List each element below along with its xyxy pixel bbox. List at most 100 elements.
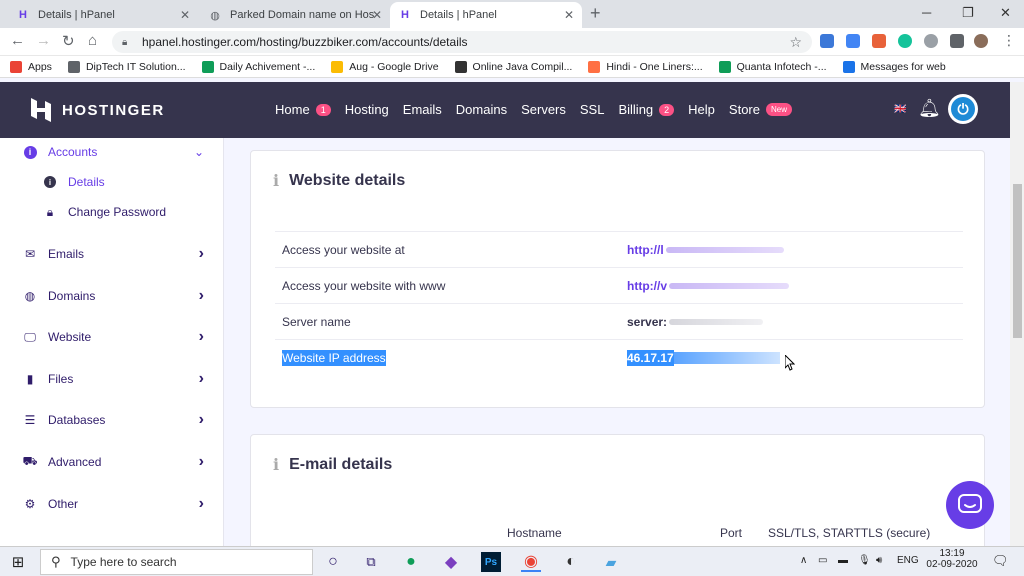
website-details-title: Website details — [289, 171, 406, 189]
home-icon[interactable]: ⌂ — [88, 32, 97, 49]
minimize-icon[interactable]: ─ — [922, 5, 931, 20]
bookmark-item[interactable]: Quanta Infotech -... — [718, 60, 827, 73]
windows-start-icon[interactable]: ⊞ — [8, 552, 28, 572]
bookmark-item[interactable]: Online Java Compil... — [454, 60, 572, 73]
bookmark-item[interactable]: Daily Achivement -... — [201, 60, 315, 73]
row-value[interactable]: http://v — [627, 279, 789, 293]
sidebar-item-website[interactable]: 🖵 Website › — [22, 328, 212, 345]
main-nav: Home 1 Hosting Emails Domains Servers SSL Billi… — [275, 102, 806, 117]
nav-help[interactable]: Help — [688, 102, 715, 117]
cortana-icon[interactable]: ○ — [323, 552, 343, 572]
bookmark-item[interactable]: Messages for web — [842, 60, 946, 73]
sidebar-item-other[interactable]: ⚙ Other › — [22, 494, 212, 512]
clock[interactable]: 13:19 02-09-2020 — [926, 548, 978, 570]
extension-icon[interactable] — [820, 34, 834, 48]
bookmark-item[interactable]: Apps — [10, 60, 52, 73]
photoshop-icon[interactable]: Ps — [481, 552, 501, 572]
row-value[interactable]: http://l — [627, 243, 784, 257]
chat-button[interactable] — [946, 481, 994, 529]
map-pin-app-icon[interactable]: ● — [401, 552, 421, 572]
translate-icon[interactable] — [846, 34, 860, 48]
notifications-icon[interactable]: 🗨︎ — [992, 553, 1009, 569]
hostinger-favicon-icon: H — [19, 9, 27, 21]
chrome-icon[interactable]: ◉ — [521, 552, 541, 572]
close-window-icon[interactable]: ✕ — [1000, 5, 1011, 21]
lock-icon: 🔒︎ — [46, 204, 54, 219]
obs-icon[interactable]: ◐ — [561, 552, 581, 572]
sidebar-item-accounts[interactable]: i Accounts ⌄ — [22, 145, 212, 159]
nav-home[interactable]: Home 1 — [275, 102, 331, 117]
uk-flag-icon[interactable]: 🇬🇧 — [894, 104, 906, 115]
browser-tab[interactable]: H Details | hPanel ✕ — [8, 2, 198, 28]
sidebar-item-label: Website — [48, 330, 92, 345]
microphone-icon[interactable]: 🎙︎ — [858, 555, 871, 566]
nav-ssl[interactable]: SSL — [580, 102, 605, 117]
sidebar-item-files[interactable]: ▮ Files › — [22, 370, 212, 387]
reload-icon[interactable]: ↻ — [62, 32, 75, 50]
nav-domains[interactable]: Domains — [456, 102, 507, 117]
sidebar-item-emails[interactable]: ✉ Emails › — [22, 245, 212, 262]
nav-servers[interactable]: Servers — [521, 102, 566, 117]
sidebar-subitem-change-password[interactable]: 🔒︎ Change Password — [42, 204, 232, 220]
hostinger-logo[interactable]: HOSTINGER — [30, 98, 165, 122]
sidebar-item-advanced[interactable]: ⛟ Advanced › — [22, 453, 212, 470]
address-bar[interactable]: 🔒︎ hpanel.hostinger.com/hosting/buzzbike… — [112, 31, 812, 53]
mouse-cursor-icon — [784, 353, 796, 371]
restore-icon[interactable]: ❐ — [962, 5, 974, 21]
globe-favicon-icon: ◍ — [210, 9, 220, 22]
nav-label: Help — [688, 102, 715, 117]
nav-label: Store — [728, 102, 760, 117]
task-view-icon[interactable]: ⧉ — [361, 552, 381, 572]
browser-tab[interactable]: ◍ Parked Domain name on Hosting ✕ — [200, 2, 390, 28]
nav-hosting[interactable]: Hosting — [345, 102, 389, 117]
url-text: hpanel.hostinger.com/hosting/buzzbiker.c… — [142, 35, 468, 49]
sidebar-item-label: Change Password — [68, 205, 167, 219]
chevron-down-icon: ⌄ — [193, 145, 204, 159]
battery-icon[interactable]: ▬ — [838, 555, 848, 566]
bookmark-label: Hindi - One Liners:... — [606, 60, 703, 73]
database-icon: ☰ — [24, 413, 36, 428]
close-tab-icon[interactable]: ✕ — [180, 8, 190, 22]
bookmark-label: Messages for web — [860, 60, 946, 73]
sidebar-item-domains[interactable]: ◍ Domains › — [22, 287, 212, 304]
app-icon[interactable]: ▰ — [601, 552, 621, 572]
sidebar-subitem-details[interactable]: i Details — [42, 175, 232, 189]
bell-icon[interactable]: 🔔︎ — [918, 98, 941, 119]
nav-store[interactable]: Store New — [728, 102, 793, 117]
nav-billing[interactable]: Billing 2 — [618, 102, 675, 117]
windows-taskbar: ⊞ ⚲ Type here to search ○ ⧉ ● ◆ Ps ◉ ◐ ▰… — [0, 546, 1024, 576]
new-tab-icon[interactable]: + — [590, 3, 601, 24]
visual-studio-icon[interactable]: ◆ — [441, 552, 461, 572]
browser-tab-active[interactable]: H Details | hPanel ✕ — [390, 2, 582, 28]
bookmark-item[interactable]: Aug - Google Drive — [331, 60, 439, 73]
email-details-card: i E-mail details Hostname Port SSL/TLS, … — [250, 434, 985, 564]
forward-arrow-icon[interactable]: → — [36, 32, 51, 49]
star-icon[interactable]: ☆ — [789, 34, 802, 51]
chevron-right-icon: › — [198, 494, 204, 512]
scrollbar-thumb[interactable] — [1013, 184, 1022, 338]
tray-chevron-icon[interactable]: ∧ — [800, 555, 807, 566]
nav-label: Emails — [402, 102, 442, 117]
close-tab-icon[interactable]: ✕ — [372, 8, 382, 22]
puzzle-icon[interactable] — [950, 34, 964, 48]
volume-icon[interactable]: 🔊︎ — [876, 555, 882, 566]
nav-emails[interactable]: Emails — [403, 102, 442, 117]
extension-icon[interactable] — [924, 34, 938, 48]
bookmark-item[interactable]: Hindi - One Liners:... — [588, 60, 703, 73]
profile-avatar-icon[interactable] — [974, 34, 988, 48]
bookmark-item[interactable]: DipTech IT Solution... — [67, 60, 186, 73]
grammarly-icon[interactable] — [898, 34, 912, 48]
extension-icon[interactable] — [872, 34, 886, 48]
sidebar-item-databases[interactable]: ☰ Databases › — [22, 411, 212, 428]
close-tab-icon[interactable]: ✕ — [564, 8, 574, 22]
server-name-value: server: — [627, 314, 668, 329]
more-menu-icon[interactable]: ⋮ — [1002, 32, 1016, 49]
info-icon: i — [273, 455, 280, 474]
back-arrow-icon[interactable]: ← — [10, 32, 25, 49]
network-icon[interactable]: ▭ — [818, 555, 827, 566]
monitor-icon: 🖵 — [24, 329, 36, 344]
language-indicator[interactable]: ENG — [897, 555, 919, 566]
user-avatar[interactable]: ⏻ — [948, 94, 978, 124]
taskbar-search-box[interactable]: ⚲ Type here to search — [40, 549, 313, 575]
bookmark-label: DipTech IT Solution... — [85, 60, 186, 73]
